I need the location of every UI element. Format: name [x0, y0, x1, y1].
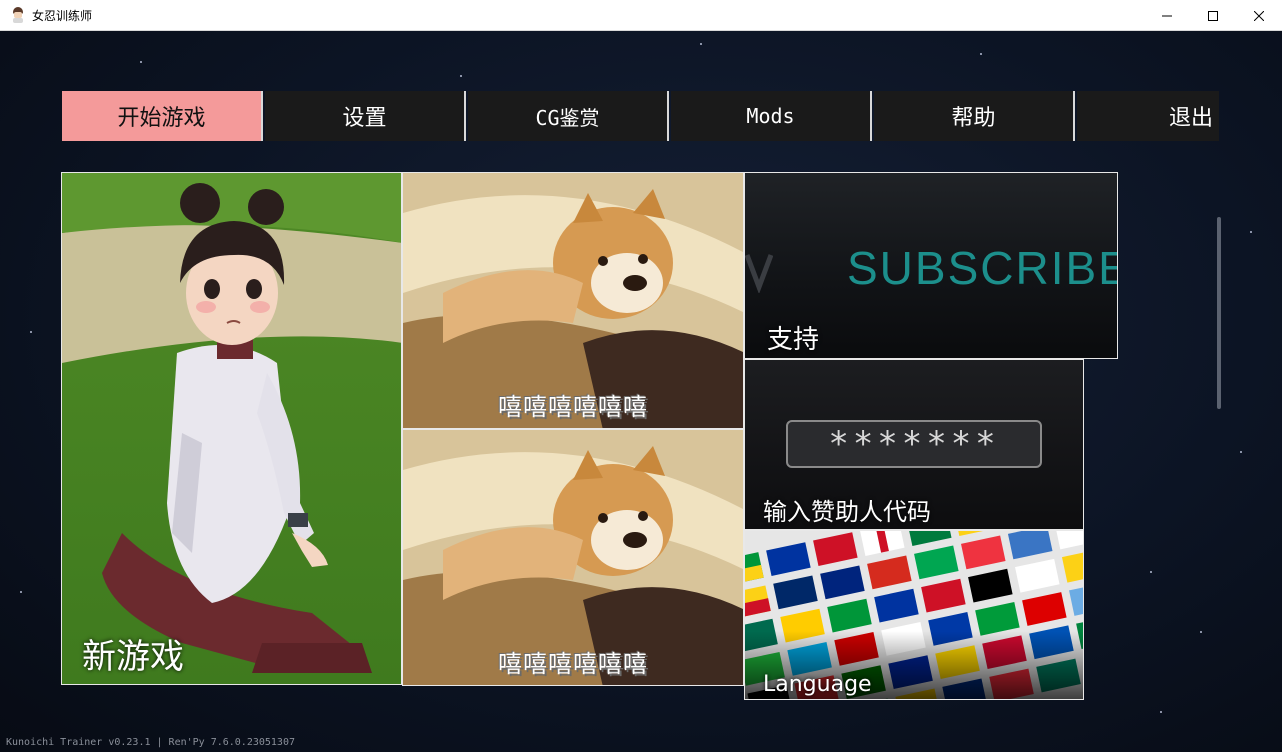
- tab-start-game-label: 开始游戏: [117, 106, 206, 131]
- tab-cg-gallery-label: CG鉴赏: [535, 105, 600, 130]
- partial-logo-icon: [745, 254, 773, 293]
- window-title: 女忍训练师: [32, 8, 93, 23]
- subscribestar-banner-text: SUBSCRIBE: [847, 242, 1118, 294]
- minimize-icon: [1162, 15, 1172, 16]
- tab-help[interactable]: 帮助: [874, 91, 1075, 141]
- support-label: 支持: [767, 325, 820, 355]
- tab-mods[interactable]: Mods: [671, 91, 872, 141]
- support-tile[interactable]: SUBSCRIBEST 支持: [744, 172, 1118, 359]
- game-canvas: 开始游戏 设置 CG鉴赏 Mods 帮助 退出 新游戏 嘻嘻嘻嘻嘻嘻 嘻嘻嘻嘻嘻…: [0, 31, 1282, 752]
- main-menu-nav: 开始游戏 设置 CG鉴赏 Mods 帮助 退出: [62, 91, 1221, 141]
- maximize-icon: [1208, 10, 1218, 21]
- language-label: Language: [763, 672, 872, 697]
- maximize-button[interactable]: [1190, 0, 1236, 31]
- language-tile[interactable]: Language: [744, 530, 1084, 700]
- sponsor-code-label: 输入赞助人代码: [763, 498, 931, 526]
- meme-caption-top: 嘻嘻嘻嘻嘻嘻: [498, 393, 648, 421]
- meme-tile-bottom[interactable]: 嘻嘻嘻嘻嘻嘻: [402, 429, 744, 686]
- tab-settings[interactable]: 设置: [265, 91, 466, 141]
- version-text: Kunoichi Trainer v0.23.1 | Ren'Py 7.6.0.…: [6, 737, 295, 748]
- window-controls: [1144, 0, 1282, 31]
- close-icon: [1254, 10, 1264, 21]
- meme-tile-top[interactable]: 嘻嘻嘻嘻嘻嘻: [402, 172, 744, 429]
- app-avatar-icon: [10, 7, 26, 23]
- subscribestar-banner: SUBSCRIBEST: [847, 241, 1118, 295]
- tab-settings-label: 设置: [342, 106, 387, 131]
- tab-quit[interactable]: 退出: [1077, 91, 1219, 141]
- close-button[interactable]: [1236, 0, 1282, 31]
- tab-help-label: 帮助: [951, 106, 996, 131]
- new-game-label: 新游戏: [82, 637, 184, 677]
- minimize-button[interactable]: [1144, 0, 1190, 31]
- tab-start-game[interactable]: 开始游戏: [62, 91, 263, 141]
- scrollbar-thumb[interactable]: [1217, 217, 1221, 409]
- tab-cg-gallery[interactable]: CG鉴赏: [468, 91, 669, 141]
- meme-caption-bottom: 嘻嘻嘻嘻嘻嘻: [498, 650, 648, 678]
- kunoichi-character-art: [62, 173, 401, 684]
- sponsor-code-tile[interactable]: ******* 输入赞助人代码: [744, 359, 1084, 530]
- masked-code-display: *******: [786, 420, 1042, 468]
- tab-quit-label: 退出: [1168, 106, 1213, 131]
- window-titlebar: 女忍训练师: [0, 0, 1282, 31]
- tab-mods-label: Mods: [746, 104, 795, 128]
- new-game-tile[interactable]: 新游戏: [61, 172, 402, 685]
